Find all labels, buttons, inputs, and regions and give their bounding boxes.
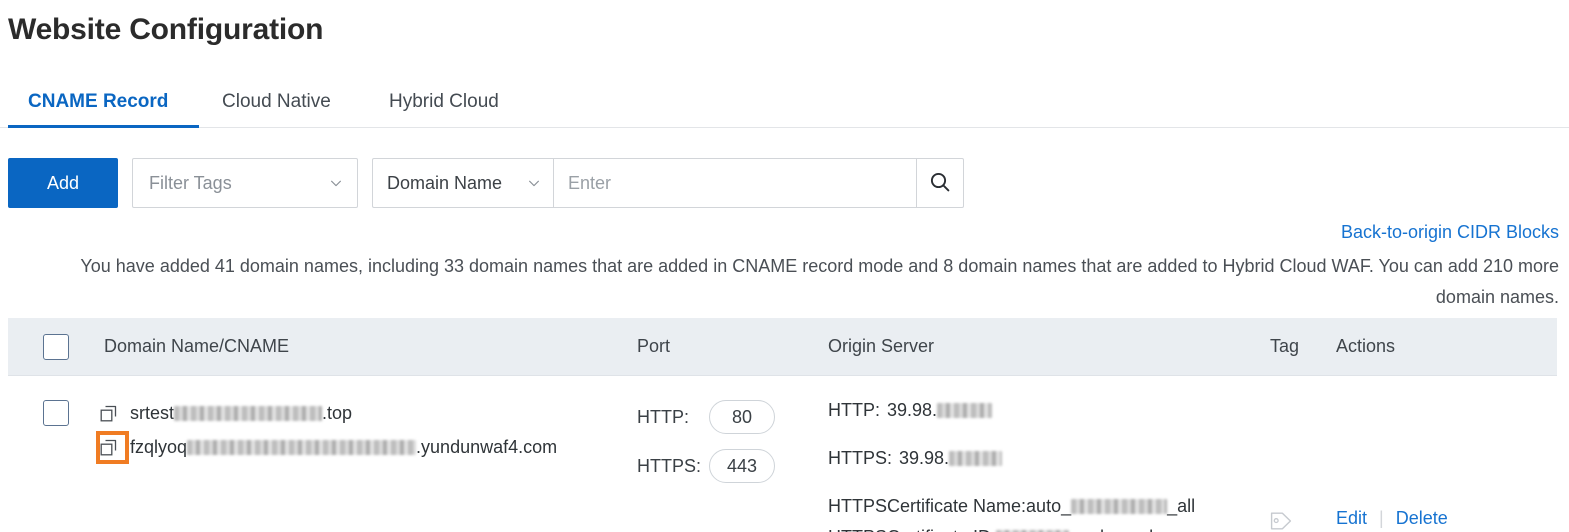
action-separator: | xyxy=(1379,508,1384,528)
column-header-port: Port xyxy=(637,336,671,356)
certificate-id-label: HTTPSCertificate ID: xyxy=(828,525,996,532)
port-https-label: HTTPS: xyxy=(637,455,702,476)
origin-http-label: HTTP: xyxy=(828,400,880,420)
column-header-actions: Actions xyxy=(1336,336,1396,356)
search-field-select[interactable]: Domain Name xyxy=(372,158,553,208)
search-field-label: Domain Name xyxy=(387,172,503,193)
search-button[interactable] xyxy=(916,158,964,208)
domain-name-prefix: srtest xyxy=(130,403,175,423)
cname-line: fzqlyoq .yundunwaf4.com xyxy=(96,430,637,464)
origin-http-value: 39.98. xyxy=(887,400,938,420)
domains-table: Domain Name/CNAME Port Origin Server Tag… xyxy=(8,318,1557,532)
redacted-text xyxy=(1071,499,1168,514)
tag-icon[interactable] xyxy=(1270,510,1336,532)
cname-suffix: .yundunwaf4.com xyxy=(416,437,558,457)
copy-icon[interactable] xyxy=(96,430,129,464)
domain-quota-info: You have added 41 domain names, includin… xyxy=(80,256,1559,307)
row-select-cell xyxy=(8,398,104,426)
search-group: Domain Name xyxy=(372,158,964,208)
redacted-text xyxy=(187,439,417,455)
redacted-text xyxy=(949,451,1003,466)
toolbar: Add Filter Tags Domain Name xyxy=(8,158,964,208)
table-header-row: Domain Name/CNAME Port Origin Server Tag… xyxy=(8,318,1557,376)
domain-name-suffix: .top xyxy=(322,403,353,423)
domain-cell: srtest .top fzqlyoq .yundunwaf4.com xyxy=(96,398,637,464)
tab-cloud-native[interactable]: Cloud Native xyxy=(222,78,331,126)
certificate-name-label: HTTPSCertificate Name:auto_ xyxy=(828,496,1072,516)
port-http-value: 80 xyxy=(709,400,775,434)
column-header-domain: Domain Name/CNAME xyxy=(104,336,290,356)
column-header-origin-server: Origin Server xyxy=(828,336,935,356)
certificate-name-suffix: _all xyxy=(1167,496,1196,516)
back-to-origin-cidr-blocks-link[interactable]: Back-to-origin CIDR Blocks xyxy=(1341,222,1559,243)
port-cell: HTTP: 80 HTTPS: 443 xyxy=(637,398,828,485)
origin-http-line: HTTP: 39.98. xyxy=(828,398,1270,423)
filter-tags-label: Filter Tags xyxy=(149,172,232,193)
tab-cname-record[interactable]: CNAME Record xyxy=(28,78,168,126)
tag-cell xyxy=(1270,398,1336,532)
port-http-label: HTTP: xyxy=(637,406,689,427)
certificate-id-line: HTTPSCertificate ID: -cn-hangzhou xyxy=(828,525,1270,532)
row-checkbox[interactable] xyxy=(43,400,69,426)
filter-tags-select[interactable]: Filter Tags xyxy=(132,158,358,208)
copy-icon[interactable] xyxy=(100,405,121,422)
redacted-text xyxy=(174,405,323,421)
origin-https-value: 39.98. xyxy=(899,448,950,468)
add-button[interactable]: Add xyxy=(8,158,118,208)
select-all-checkbox[interactable] xyxy=(43,333,69,360)
select-all-cell xyxy=(8,333,104,360)
origin-https-label: HTTPS: xyxy=(828,448,893,468)
page-title: Website Configuration xyxy=(8,13,324,46)
chevron-down-icon xyxy=(329,176,343,190)
port-https-value: 443 xyxy=(709,449,775,483)
redacted-text xyxy=(937,403,993,418)
search-icon xyxy=(928,170,952,197)
port-http-line: HTTP: 80 xyxy=(637,398,828,436)
tab-bar: CNAME Record Cloud Native Hybrid Cloud xyxy=(0,78,1569,128)
edit-link[interactable]: Edit xyxy=(1336,508,1367,529)
certificate-name-line: HTTPSCertificate Name:auto_ _all xyxy=(828,494,1270,519)
active-tab-indicator xyxy=(8,125,199,128)
port-https-line: HTTPS: 443 xyxy=(637,447,828,485)
search-input[interactable] xyxy=(553,158,916,208)
actions-cell: Edit | Delete xyxy=(1336,398,1536,529)
origin-server-cell: HTTP: 39.98. HTTPS: 39.98. HTTPSCertific… xyxy=(828,398,1270,532)
delete-link[interactable]: Delete xyxy=(1396,508,1448,529)
cname-prefix: fzqlyoq xyxy=(130,437,188,457)
domain-name-line: srtest .top xyxy=(100,398,637,428)
column-header-tag: Tag xyxy=(1270,336,1300,356)
origin-https-line: HTTPS: 39.98. xyxy=(828,446,1270,471)
tab-hybrid-cloud[interactable]: Hybrid Cloud xyxy=(389,78,499,126)
table-row: srtest .top fzqlyoq .yundunwaf4.com HTTP… xyxy=(8,376,1557,532)
certificate-id-suffix: -cn-hangzhou xyxy=(1069,525,1179,532)
website-configuration-page: Website Configuration CNAME Record Cloud… xyxy=(0,0,1569,532)
row-actions: Edit | Delete xyxy=(1336,508,1536,529)
chevron-down-icon xyxy=(527,176,541,190)
